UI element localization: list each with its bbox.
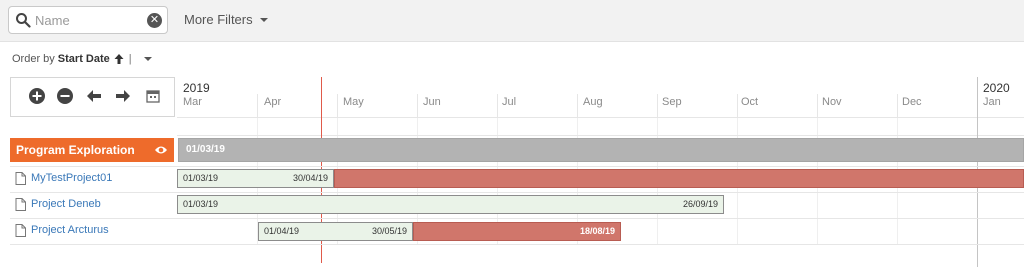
month-label: Aug bbox=[583, 96, 603, 108]
project-link[interactable]: Project Arcturus bbox=[10, 218, 174, 243]
planned-start: 01/03/19 bbox=[183, 199, 219, 209]
actual-bar[interactable]: 18/08/19 bbox=[413, 222, 621, 241]
month-label: Nov bbox=[822, 96, 842, 108]
zoom-in-icon[interactable] bbox=[28, 87, 46, 105]
order-by-control[interactable]: Order by Start Date | bbox=[12, 53, 152, 65]
program-start-date: 01/03/19 bbox=[186, 144, 225, 155]
month-label: Apr bbox=[264, 96, 282, 108]
month-label: Jan bbox=[983, 96, 1001, 108]
month-label: Sep bbox=[662, 96, 682, 108]
document-icon bbox=[15, 224, 26, 237]
order-by-prefix: Order by bbox=[12, 53, 55, 65]
document-icon bbox=[15, 198, 26, 211]
planned-bar[interactable]: 01/03/19 26/09/19 bbox=[177, 195, 724, 214]
month-divider bbox=[577, 94, 578, 118]
month-divider bbox=[417, 94, 418, 118]
planned-bar[interactable]: 01/03/19 30/04/19 bbox=[177, 169, 334, 188]
more-filters-button[interactable]: More Filters bbox=[184, 12, 268, 27]
actual-end: 18/08/19 bbox=[579, 226, 615, 236]
month-label: Dec bbox=[902, 96, 922, 108]
month-label: Jun bbox=[423, 96, 441, 108]
arrow-right-icon[interactable] bbox=[114, 87, 132, 105]
program-bar[interactable]: 01/03/19 bbox=[178, 138, 1024, 162]
month-label: Oct bbox=[741, 96, 759, 108]
project-link[interactable]: Project Deneb bbox=[10, 192, 174, 217]
gantt-toolbar bbox=[10, 77, 175, 117]
row-divider bbox=[10, 244, 1024, 245]
order-by-field[interactable]: Start Date bbox=[58, 53, 110, 65]
month-divider bbox=[337, 94, 338, 118]
project-link[interactable]: MyTestProject01 bbox=[10, 166, 174, 191]
document-icon bbox=[15, 172, 26, 185]
chevron-down-icon bbox=[259, 17, 268, 22]
arrow-left-icon[interactable] bbox=[85, 87, 103, 105]
month-divider bbox=[817, 94, 818, 118]
project-name[interactable]: Project Deneb bbox=[31, 192, 101, 217]
planned-start: 01/04/19 bbox=[264, 226, 300, 236]
eye-icon[interactable] bbox=[154, 143, 168, 157]
order-separator: | bbox=[128, 53, 132, 65]
month-label: Mar bbox=[183, 96, 202, 108]
clear-icon[interactable]: ✕ bbox=[147, 13, 162, 28]
order-dropdown-icon[interactable] bbox=[143, 57, 152, 61]
header-divider bbox=[177, 135, 1024, 136]
search-input[interactable] bbox=[35, 11, 145, 30]
header-divider bbox=[177, 117, 1024, 118]
project-name[interactable]: Project Arcturus bbox=[31, 218, 109, 243]
year-label: 2020 bbox=[983, 81, 1010, 95]
zoom-out-icon[interactable] bbox=[56, 87, 74, 105]
more-filters-label: More Filters bbox=[184, 12, 253, 27]
sort-ascending-icon[interactable] bbox=[114, 54, 124, 64]
month-divider bbox=[897, 94, 898, 118]
planned-end: 30/05/19 bbox=[371, 226, 407, 236]
month-divider bbox=[257, 94, 258, 118]
month-divider bbox=[737, 94, 738, 118]
calendar-icon[interactable] bbox=[144, 87, 162, 105]
planned-start: 01/03/19 bbox=[183, 173, 219, 183]
program-group-header[interactable]: Program Exploration bbox=[10, 138, 174, 162]
month-divider bbox=[657, 94, 658, 118]
year-label: 2019 bbox=[183, 81, 210, 95]
planned-end: 26/09/19 bbox=[682, 199, 718, 209]
month-label: May bbox=[343, 96, 364, 108]
program-name: Program Exploration bbox=[16, 143, 135, 157]
filter-bar: ✕ More Filters bbox=[0, 0, 1024, 42]
search-icon bbox=[16, 13, 31, 28]
planned-end: 30/04/19 bbox=[292, 173, 328, 183]
month-divider bbox=[497, 94, 498, 118]
search-box[interactable]: ✕ bbox=[8, 6, 168, 34]
month-label: Jul bbox=[502, 96, 517, 108]
project-name[interactable]: MyTestProject01 bbox=[31, 166, 112, 191]
actual-bar[interactable] bbox=[334, 169, 1024, 188]
planned-bar[interactable]: 01/04/19 30/05/19 bbox=[258, 222, 413, 241]
